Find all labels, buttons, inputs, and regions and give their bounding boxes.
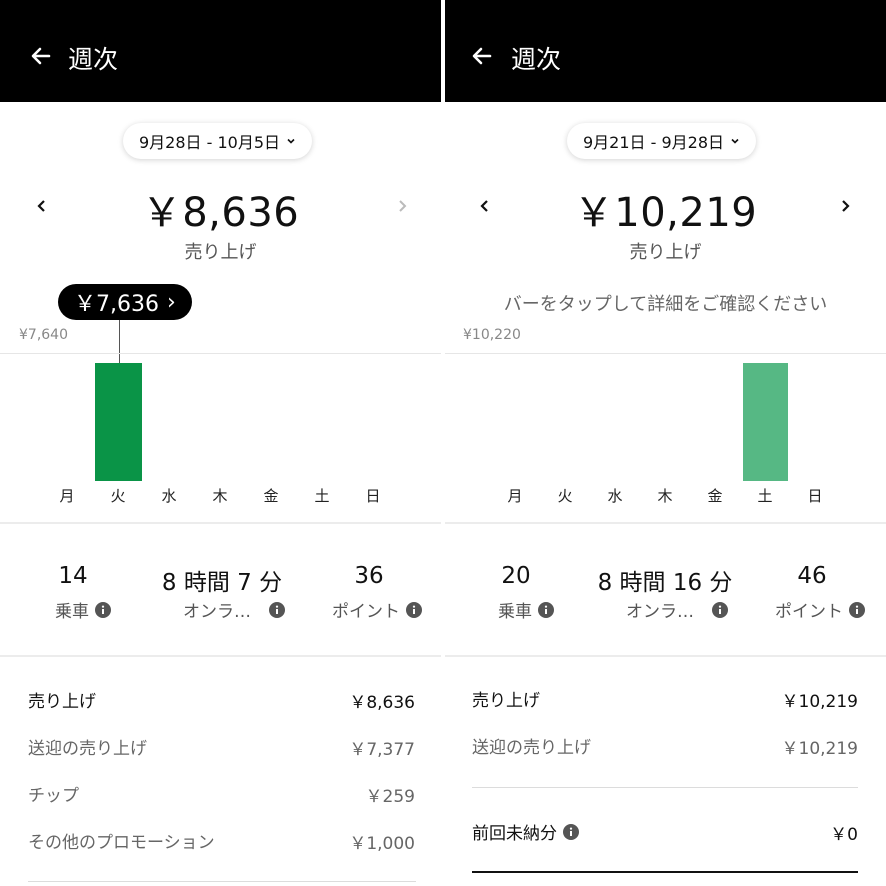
date-range-selector[interactable]: 9月21日 - 9月28日 <box>567 123 757 159</box>
rides-label-text: 乗車 <box>55 602 89 622</box>
day-label-3: 木 <box>212 487 228 505</box>
unpaid-row-label: 前回未納分 <box>472 819 579 844</box>
fare-row-label: 送迎の売り上げ <box>472 738 591 758</box>
app-header: 週次 <box>0 0 441 102</box>
points-label-text: ポイント <box>775 602 843 622</box>
page-title: 週次 <box>511 45 562 74</box>
weekly-earnings-panel-right: 週次 9月21日 - 9月28日 ￥10,219 売り上げ バーをタップして詳細… <box>445 0 886 886</box>
info-icon[interactable] <box>538 601 554 618</box>
date-range-selector[interactable]: 9月28日 - 10月5日 <box>123 123 313 159</box>
earnings-bar-1[interactable] <box>94 363 142 481</box>
date-range-label: 9月28日 - 10月5日 <box>139 133 281 152</box>
total-earnings-amount: ￥10,219 <box>573 190 758 236</box>
chart-top-gridline <box>445 353 886 354</box>
chevron-down-icon <box>730 136 740 146</box>
online-label-text: オンラ… <box>626 602 694 622</box>
rides-label-text: 乗車 <box>498 602 532 622</box>
date-range-label: 9月21日 - 9月28日 <box>583 133 725 152</box>
chevron-right-icon <box>399 200 407 212</box>
fare-row-label: 送迎の売り上げ <box>28 739 147 759</box>
arrow-left-icon <box>31 47 51 65</box>
online-label: オンラ… <box>183 597 285 622</box>
promotions-row-value: ￥1,000 <box>349 834 415 854</box>
chart-top-gridline <box>0 353 441 354</box>
points-label-text: ポイント <box>332 602 400 622</box>
earnings-row-value: ￥10,219 <box>781 692 858 712</box>
fare-row-value: ￥10,219 <box>781 739 858 759</box>
app-header: 週次 <box>445 0 886 102</box>
row-divider <box>472 871 858 873</box>
section-divider <box>445 522 886 524</box>
online-label: オンラ… <box>626 597 728 622</box>
day-label-5: 土 <box>757 487 773 505</box>
chevron-right-icon: › <box>166 289 176 315</box>
next-week-button[interactable] <box>831 192 859 220</box>
bar-value-tooltip[interactable]: ￥7,636 › <box>58 284 192 320</box>
fare-row-value: ￥7,377 <box>349 740 415 760</box>
earnings-row-value: ￥8,636 <box>349 693 415 713</box>
next-week-button <box>388 192 416 220</box>
total-earnings-label: 売り上げ <box>629 242 702 263</box>
arrow-left-icon <box>472 47 492 65</box>
promotions-row-label: その他のプロモーション <box>28 833 215 853</box>
tooltip-value: ￥7,636 <box>74 292 159 317</box>
rides-count: 14 <box>58 563 88 589</box>
day-label-6: 日 <box>807 487 823 505</box>
rides-count: 20 <box>501 563 531 589</box>
day-label-4: 金 <box>263 487 279 505</box>
points-count: 36 <box>354 563 384 589</box>
day-label-2: 水 <box>607 487 623 505</box>
tips-row-value: ￥259 <box>365 787 415 807</box>
rides-label: 乗車 <box>498 597 554 622</box>
weekly-earnings-panel-left: 週次 9月28日 - 10月5日 ￥8,636 売り上げ ￥7,636 › ¥7… <box>0 0 441 886</box>
tap-bar-hint: バーをタップして詳細をご確認ください <box>503 294 828 315</box>
unpaid-row-value: ￥0 <box>830 825 858 845</box>
day-label-5: 土 <box>314 487 330 505</box>
online-time: 8 時間 7 分 <box>161 570 283 596</box>
page-title: 週次 <box>68 45 119 74</box>
points-count: 46 <box>797 563 827 589</box>
info-icon[interactable] <box>269 601 285 618</box>
total-earnings-amount: ￥8,636 <box>141 190 300 236</box>
online-time: 8 時間 16 分 <box>597 570 733 596</box>
earnings-bar-5[interactable] <box>742 363 788 481</box>
chevron-down-icon <box>286 136 296 146</box>
back-button[interactable] <box>26 38 56 74</box>
section-divider <box>0 522 441 524</box>
total-earnings-label: 売り上げ <box>184 242 257 263</box>
info-icon[interactable] <box>563 823 579 840</box>
earnings-row-label: 売り上げ <box>28 692 96 712</box>
info-icon[interactable] <box>849 601 865 618</box>
info-icon[interactable] <box>712 601 728 618</box>
day-label-3: 木 <box>657 487 673 505</box>
day-label-4: 金 <box>707 487 723 505</box>
day-label-1: 火 <box>557 487 573 505</box>
day-label-2: 水 <box>161 487 177 505</box>
tips-row-label: チップ <box>28 786 79 806</box>
points-label: ポイント <box>332 597 422 622</box>
points-label: ポイント <box>775 597 865 622</box>
row-divider <box>472 787 858 788</box>
online-label-text: オンラ… <box>183 602 251 622</box>
unpaid-label-text: 前回未納分 <box>472 824 557 844</box>
rides-label: 乗車 <box>55 597 111 622</box>
info-icon[interactable] <box>406 601 422 618</box>
chart-max-label: ¥7,640 <box>19 327 68 343</box>
back-button[interactable] <box>467 38 497 74</box>
day-label-0: 月 <box>507 487 523 505</box>
day-label-0: 月 <box>59 487 75 505</box>
day-label-1: 火 <box>110 487 126 505</box>
chart-max-label: ¥10,220 <box>463 327 521 343</box>
info-icon[interactable] <box>95 601 111 618</box>
section-divider <box>0 655 441 657</box>
chevron-right-icon <box>842 200 850 212</box>
tooltip-connector <box>119 320 120 363</box>
section-divider <box>445 655 886 657</box>
earnings-row-label: 売り上げ <box>472 691 540 711</box>
day-label-6: 日 <box>365 487 381 505</box>
row-divider <box>28 881 416 882</box>
